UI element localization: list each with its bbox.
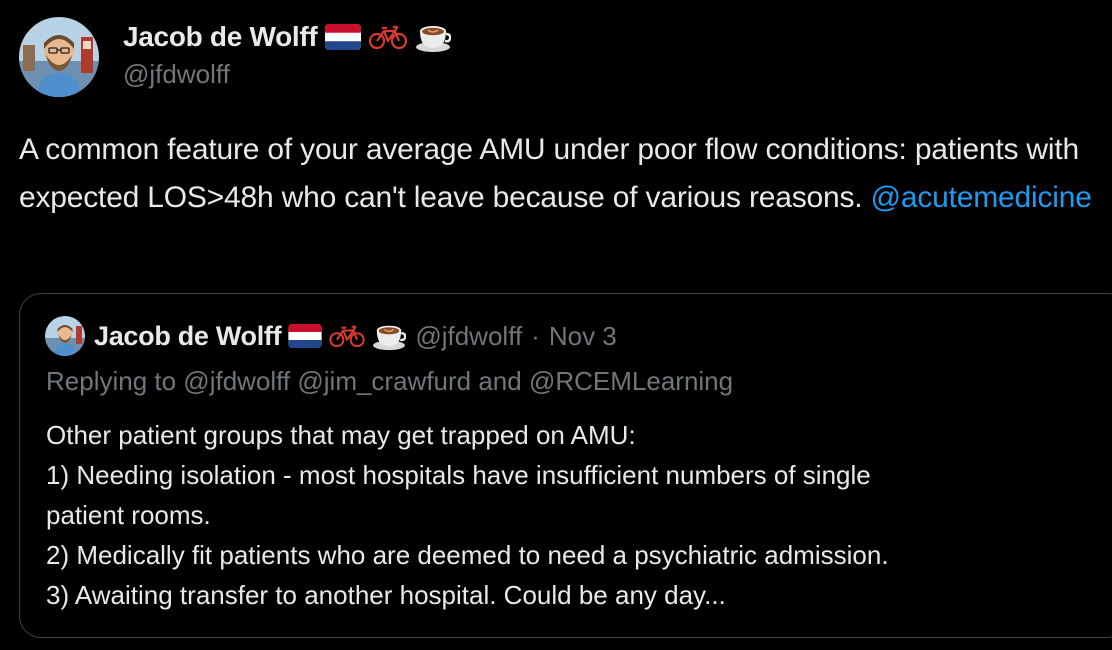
quoted-tweet-text: Other patient groups that may get trappe… [46, 415, 1106, 615]
quoted-author-handle: @jfdwolff [415, 320, 523, 351]
bicycle-icon [369, 24, 408, 50]
mention-link[interactable]: @acutemedicine [871, 181, 1092, 214]
avatar-cartoon-man-icon [19, 17, 99, 97]
author-display-name[interactable]: Jacob de Wolff [123, 21, 318, 53]
avatar-cartoon-man-icon [45, 316, 85, 356]
replying-to-line: Replying to @jfdwolff @jim_crawfurd and … [46, 366, 734, 396]
author-name-row: Jacob de Wolff [123, 18, 452, 56]
quoted-text-line: patient rooms. [46, 500, 211, 530]
meta-separator: · [531, 320, 540, 351]
quoted-text-line: 1) Needing isolation - most hospitals ha… [46, 460, 871, 490]
author-avatar[interactable] [19, 17, 99, 97]
author-handle[interactable]: @jfdwolff [123, 59, 230, 90]
coffee-cup-icon [372, 321, 407, 351]
quoted-tweet-header: Jacob de Wolff @jfdwolff · Nov 3 [45, 316, 617, 356]
quoted-tweet-date: Nov 3 [548, 320, 617, 351]
quoted-text-line: 2) Medically fit patients who are deemed… [46, 540, 889, 570]
netherlands-flag-icon [325, 24, 362, 50]
netherlands-flag-icon [288, 324, 322, 348]
quoted-author-display-name: Jacob de Wolff [94, 320, 282, 351]
quoted-author-avatar [45, 316, 85, 356]
tweet-text: A common feature of your average AMU und… [19, 126, 1099, 222]
coffee-cup-icon [415, 21, 452, 53]
tweet: Jacob de Wolff @jfdwolff A common featur… [0, 0, 1112, 650]
quoted-text-line: Other patient groups that may get trappe… [46, 420, 636, 450]
quoted-text-line: 3) Awaiting transfer to another hospital… [46, 580, 726, 610]
bicycle-icon [329, 324, 365, 348]
quoted-tweet[interactable]: Jacob de Wolff @jfdwolff · Nov 3 Replyin… [19, 293, 1112, 638]
